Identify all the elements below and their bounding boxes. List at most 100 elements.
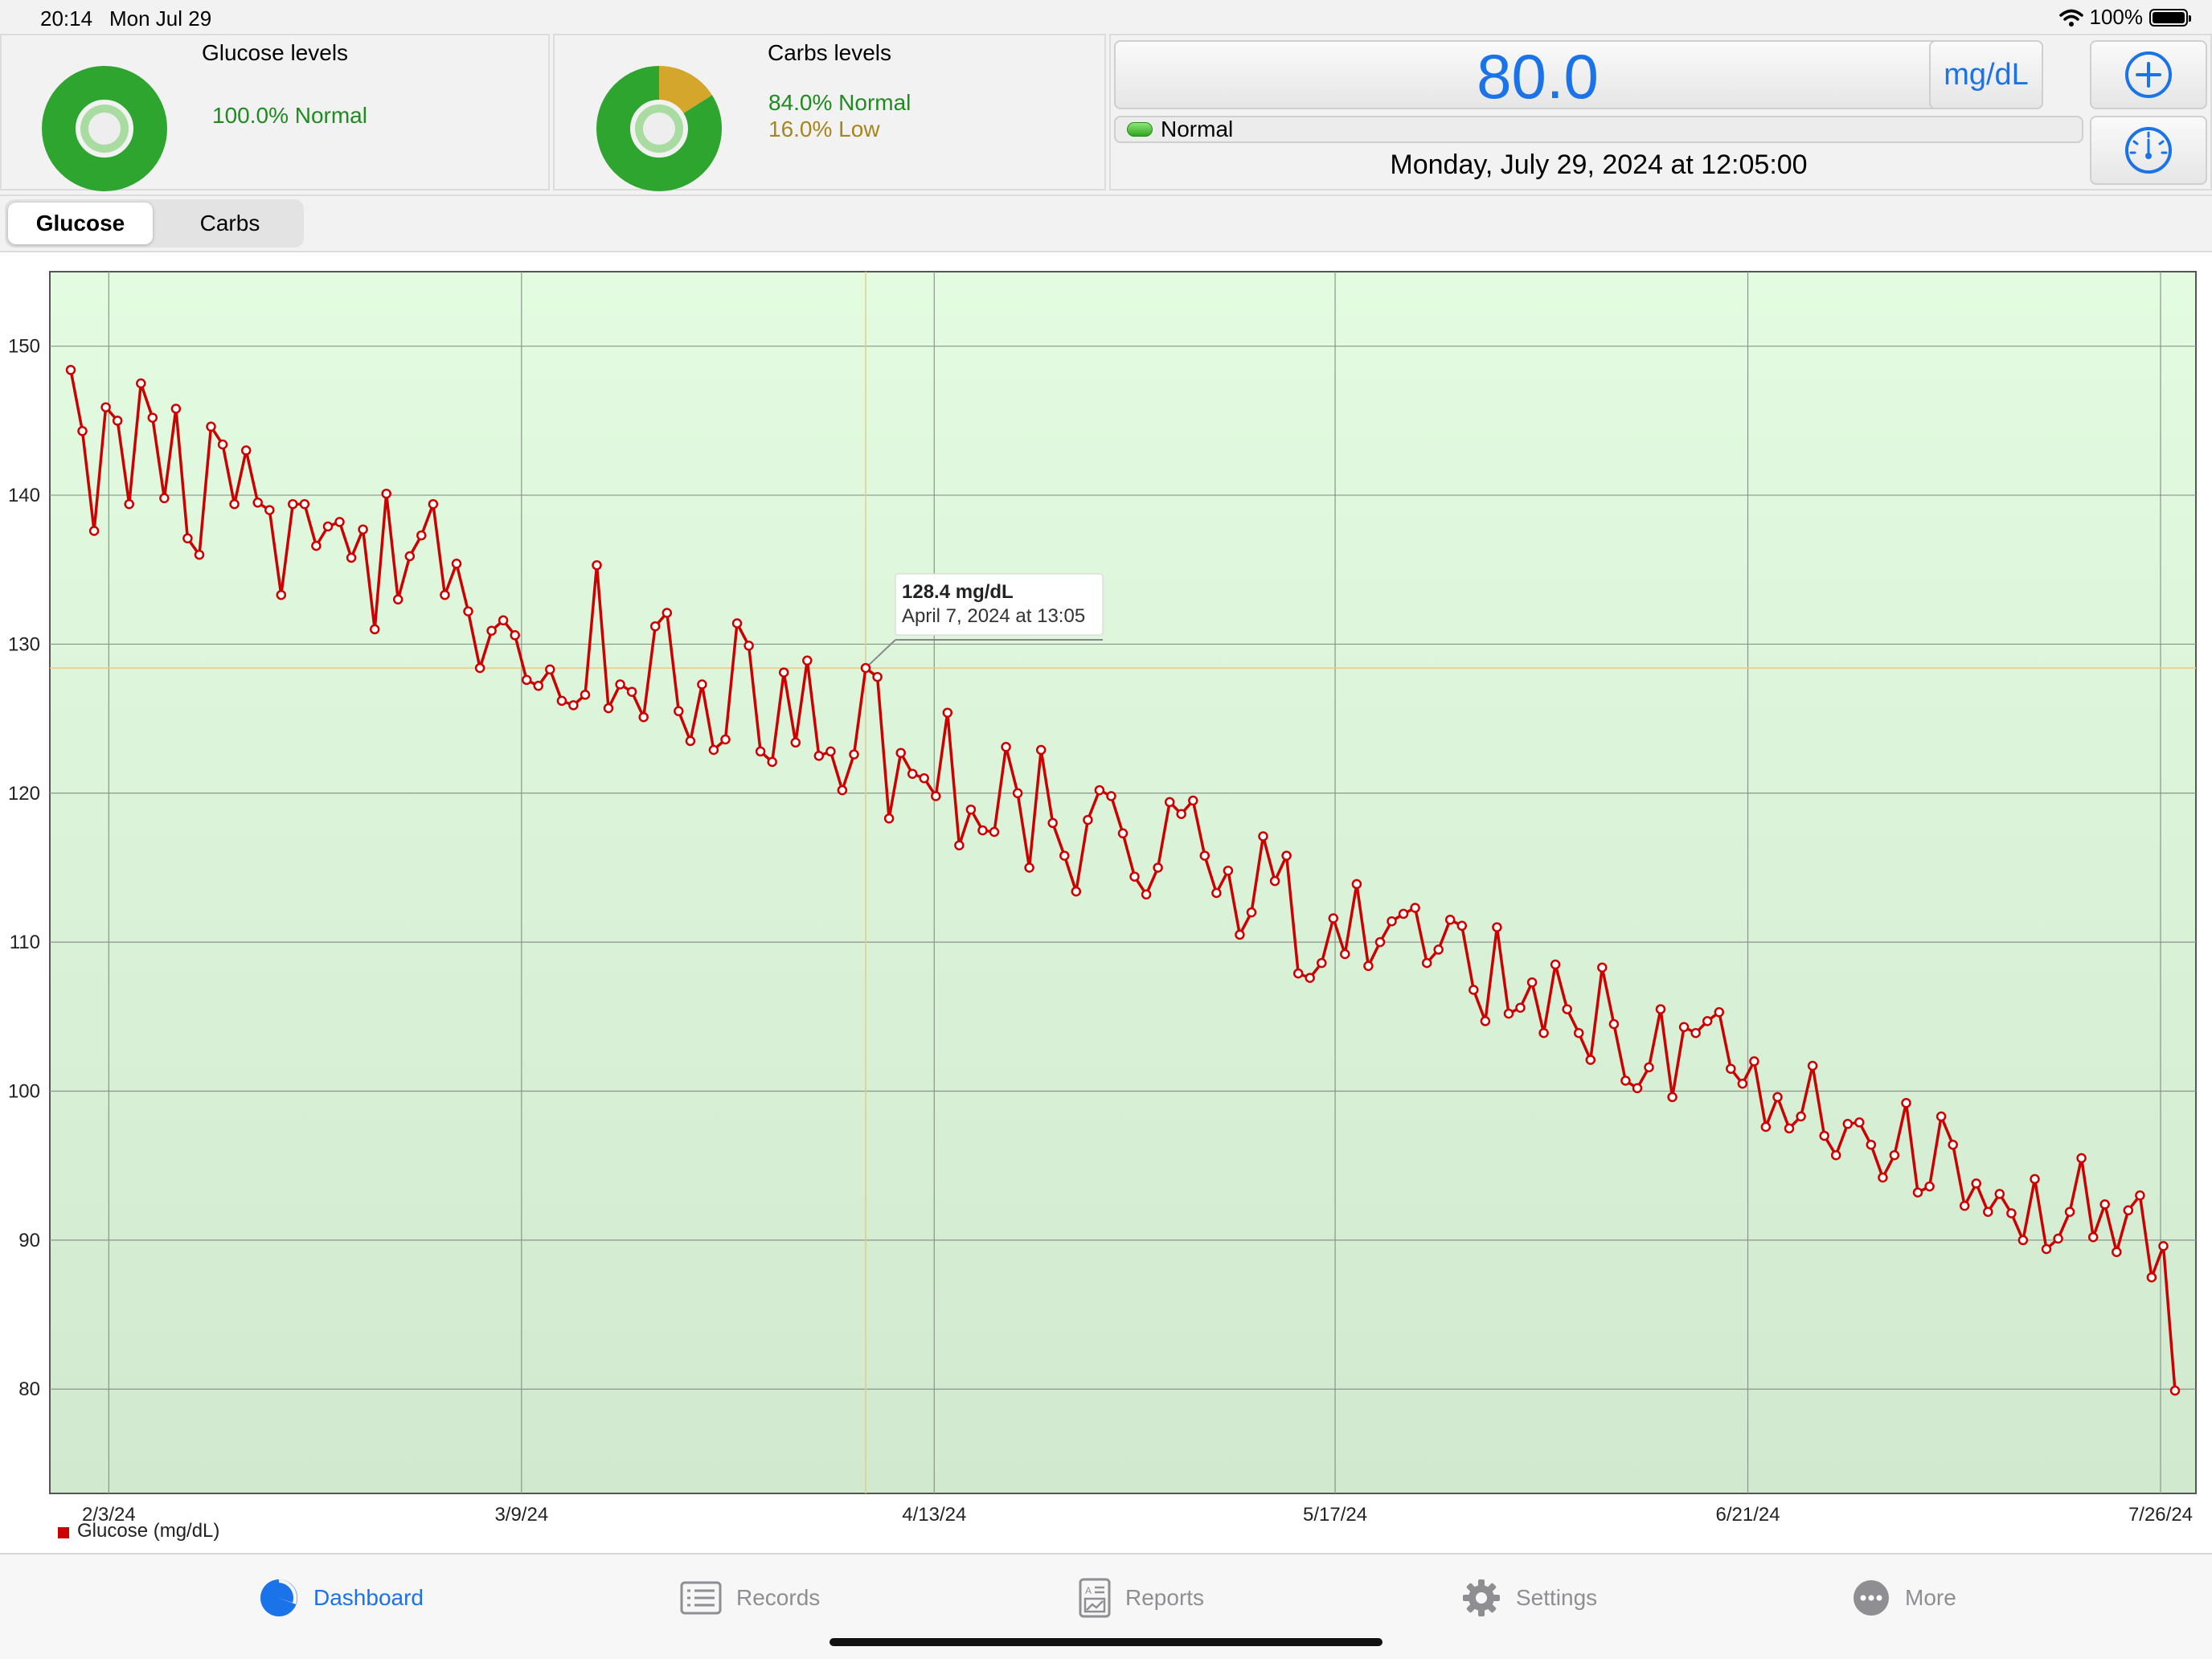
data-point[interactable] xyxy=(404,551,416,562)
data-point[interactable] xyxy=(603,703,614,714)
data-point[interactable] xyxy=(1456,920,1468,932)
data-point[interactable] xyxy=(2146,1272,2157,1283)
data-point[interactable] xyxy=(1129,871,1140,882)
data-point[interactable] xyxy=(1106,791,1116,801)
data-point[interactable] xyxy=(778,667,789,678)
data-point[interactable] xyxy=(521,674,532,686)
data-point[interactable] xyxy=(1141,889,1152,900)
data-point[interactable] xyxy=(1035,744,1047,756)
data-point[interactable] xyxy=(1235,929,1245,940)
data-point[interactable] xyxy=(662,608,673,618)
data-point[interactable] xyxy=(2030,1174,2040,1185)
data-point[interactable] xyxy=(206,421,216,432)
data-point[interactable] xyxy=(556,695,567,707)
data-point[interactable] xyxy=(1924,1181,1935,1192)
data-point[interactable] xyxy=(1292,968,1304,979)
tab-reports[interactable]: A Reports xyxy=(1079,1575,1204,1620)
data-point[interactable] xyxy=(743,641,754,651)
data-point[interactable] xyxy=(510,630,520,641)
data-point[interactable] xyxy=(1211,887,1222,899)
data-point[interactable] xyxy=(708,744,719,756)
add-record-button[interactable] xyxy=(2090,40,2207,109)
data-point[interactable] xyxy=(1585,1055,1596,1065)
data-point[interactable] xyxy=(1480,1016,1491,1026)
data-point[interactable] xyxy=(1726,1063,1736,1074)
data-point[interactable] xyxy=(1305,973,1315,983)
data-point[interactable] xyxy=(1597,962,1608,973)
data-point[interactable] xyxy=(1796,1111,1806,1122)
data-point[interactable] xyxy=(311,540,322,551)
unit-button[interactable]: mg/dL xyxy=(1929,40,2043,109)
data-point[interactable] xyxy=(2099,1199,2110,1210)
data-point[interactable] xyxy=(1948,1139,1958,1150)
data-point[interactable] xyxy=(1830,1149,1841,1161)
data-point[interactable] xyxy=(451,559,462,569)
data-point[interactable] xyxy=(1153,862,1163,873)
data-point[interactable] xyxy=(755,746,766,757)
data-point[interactable] xyxy=(638,711,649,723)
data-point[interactable] xyxy=(2135,1190,2145,1201)
data-point[interactable] xyxy=(194,549,205,560)
data-point[interactable] xyxy=(1983,1206,1993,1217)
data-point[interactable] xyxy=(1819,1130,1829,1141)
data-point[interactable] xyxy=(860,662,871,674)
tab-records[interactable]: Records xyxy=(680,1575,820,1620)
data-point[interactable] xyxy=(1001,742,1011,752)
data-point[interactable] xyxy=(1550,959,1561,970)
data-point[interactable] xyxy=(1760,1121,1772,1133)
tab-settings[interactable]: Settings xyxy=(1461,1575,1597,1620)
data-point[interactable] xyxy=(1608,1018,1620,1030)
data-point[interactable] xyxy=(1374,936,1386,948)
data-point[interactable] xyxy=(1901,1098,1911,1108)
data-point[interactable] xyxy=(1971,1178,1981,1189)
data-point[interactable] xyxy=(100,402,111,412)
data-point[interactable] xyxy=(1737,1078,1748,1089)
data-point[interactable] xyxy=(1667,1092,1677,1103)
data-point[interactable] xyxy=(1644,1062,1654,1073)
data-point[interactable] xyxy=(486,625,497,636)
glucose-line-chart[interactable]: 8090100110120130140150 2/3/24 3/9/24 4/13/… xyxy=(0,252,2212,1553)
data-point[interactable] xyxy=(1281,850,1292,861)
data-point[interactable] xyxy=(825,746,836,757)
data-point[interactable] xyxy=(264,505,275,515)
data-point[interactable] xyxy=(685,735,696,747)
data-point[interactable] xyxy=(358,524,368,535)
data-point[interactable] xyxy=(428,498,439,510)
segment-glucose[interactable]: Glucose xyxy=(8,203,153,244)
data-point[interactable] xyxy=(2041,1243,2052,1255)
data-point[interactable] xyxy=(1959,1200,1970,1211)
data-point[interactable] xyxy=(849,749,859,760)
data-point[interactable] xyxy=(1749,1056,1759,1067)
data-point[interactable] xyxy=(416,530,427,541)
data-point[interactable] xyxy=(1363,961,1374,972)
data-point[interactable] xyxy=(65,365,76,375)
data-point[interactable] xyxy=(112,416,123,426)
data-point[interactable] xyxy=(1632,1083,1643,1094)
data-point[interactable] xyxy=(1562,1004,1572,1014)
data-point[interactable] xyxy=(1083,814,1093,825)
data-point[interactable] xyxy=(989,826,1000,838)
data-point[interactable] xyxy=(1117,828,1129,839)
data-point[interactable] xyxy=(2064,1206,2075,1217)
data-point[interactable] xyxy=(1912,1187,1923,1198)
data-point[interactable] xyxy=(463,606,473,616)
data-point[interactable] xyxy=(1526,977,1538,988)
data-point[interactable] xyxy=(942,707,953,718)
data-point[interactable] xyxy=(2076,1153,2087,1164)
data-point[interactable] xyxy=(883,813,895,824)
data-point[interactable] xyxy=(931,791,941,801)
data-point[interactable] xyxy=(2053,1233,2063,1244)
data-point[interactable] xyxy=(872,671,883,682)
data-point[interactable] xyxy=(2112,1247,2122,1257)
data-point[interactable] xyxy=(580,690,591,700)
data-point[interactable] xyxy=(895,748,906,758)
data-point[interactable] xyxy=(1620,1075,1631,1086)
data-point[interactable] xyxy=(615,679,625,690)
data-point[interactable] xyxy=(837,784,848,796)
data-point[interactable] xyxy=(1678,1022,1690,1033)
data-point[interactable] xyxy=(1842,1119,1854,1129)
data-point[interactable] xyxy=(240,445,252,456)
data-point[interactable] xyxy=(568,700,579,711)
gauge-button[interactable] xyxy=(2090,116,2207,185)
data-point[interactable] xyxy=(217,439,228,450)
